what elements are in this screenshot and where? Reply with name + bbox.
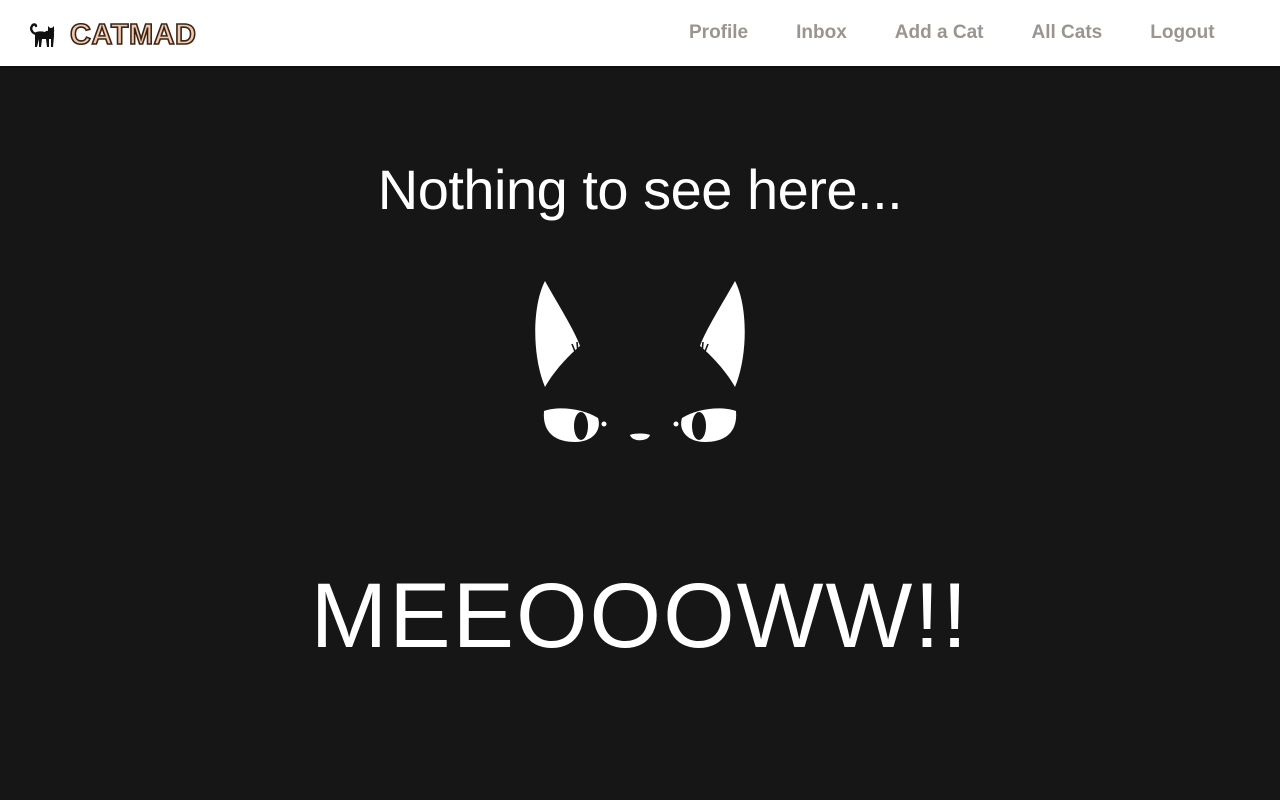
page-headline: Nothing to see here... <box>377 158 903 221</box>
angry-cat-face-icon <box>535 281 745 442</box>
black-cat-icon <box>30 23 55 47</box>
navbar: CATMAD Profile Inbox Add a Cat All Cats … <box>0 0 1280 66</box>
nav-link-logout[interactable]: Logout <box>1126 22 1238 44</box>
brand-name: CATMAD <box>69 18 197 51</box>
meow-text: MEEOOOWW!! <box>310 565 970 667</box>
brand-home-link[interactable]: CATMAD <box>28 18 197 52</box>
nav-link-inbox[interactable]: Inbox <box>772 22 871 44</box>
nav-link-all-cats[interactable]: All Cats <box>1007 22 1126 44</box>
nav-link-add-a-cat[interactable]: Add a Cat <box>871 22 1008 44</box>
nav-link-profile[interactable]: Profile <box>665 22 772 44</box>
nav-links: Profile Inbox Add a Cat All Cats Logout <box>665 0 1239 66</box>
main-content: Nothing to see here... MEEOOOWW!! <box>0 66 1280 800</box>
